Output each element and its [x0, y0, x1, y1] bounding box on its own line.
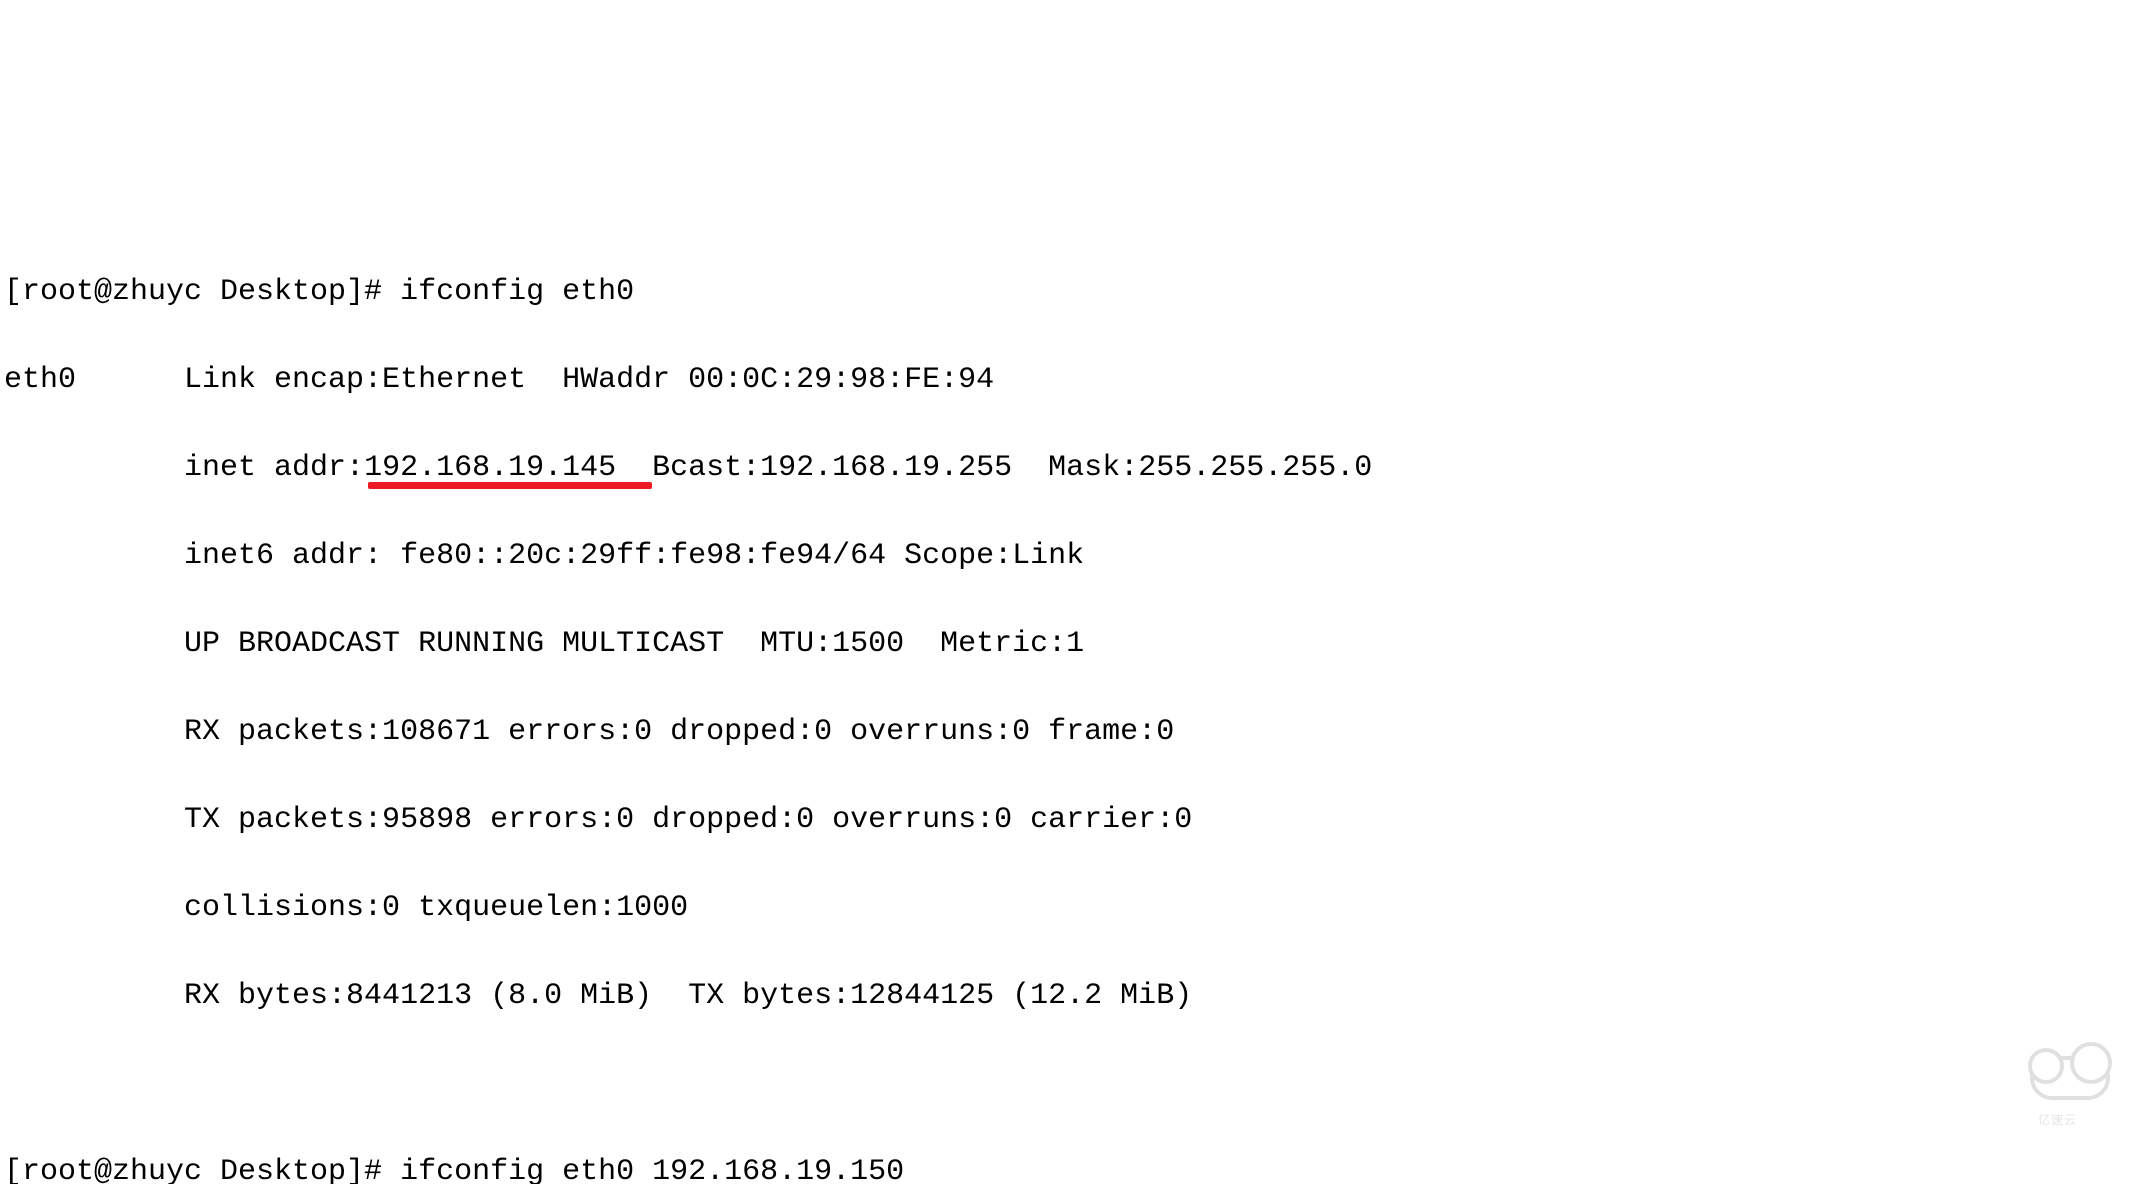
cmd-line-1: [root@zhuyc Desktop]# ifconfig eth0 [4, 270, 2134, 314]
typed-command: ifconfig eth0 [400, 275, 634, 309]
out1-l4: UP BROADCAST RUNNING MULTICAST MTU:1500 … [4, 622, 2134, 666]
shell-prompt: [root@zhuyc Desktop]# [4, 275, 400, 309]
out1-l3: inet6 addr: fe80::20c:29ff:fe98:fe94/64 … [4, 534, 2134, 578]
cloud-icon [2030, 1056, 2110, 1100]
watermark-logo: 亿速云 [2030, 1052, 2114, 1116]
out1-l6: TX packets:95898 errors:0 dropped:0 over… [4, 798, 2134, 842]
out1-l5: RX packets:108671 errors:0 dropped:0 ove… [4, 710, 2134, 754]
out1-l7: collisions:0 txqueuelen:1000 [4, 886, 2134, 930]
out1-l8: RX bytes:8441213 (8.0 MiB) TX bytes:1284… [4, 974, 2134, 1018]
shell-prompt: [root@zhuyc Desktop]# [4, 1155, 400, 1184]
out1-l2: inet addr:192.168.19.145 Bcast:192.168.1… [4, 446, 2134, 490]
watermark-text: 亿速云 [2038, 1098, 2077, 1142]
terminal-output: [root@zhuyc Desktop]# ifconfig eth0 eth0… [0, 220, 2138, 1184]
out1-l2a: inet addr: [4, 451, 364, 485]
blank-line [4, 1062, 2134, 1106]
cmd-line-2: [root@zhuyc Desktop]# ifconfig eth0 192.… [4, 1150, 2134, 1184]
out1-l2b: Bcast:192.168.19.255 Mask:255.255.255.0 [616, 451, 1372, 485]
typed-command: ifconfig eth0 192.168.19.150 [400, 1155, 904, 1184]
highlight-underline-1 [368, 482, 652, 489]
out1-l1: eth0 Link encap:Ethernet HWaddr 00:0C:29… [4, 358, 2134, 402]
out1-inet-addr: 192.168.19.145 [364, 451, 616, 485]
